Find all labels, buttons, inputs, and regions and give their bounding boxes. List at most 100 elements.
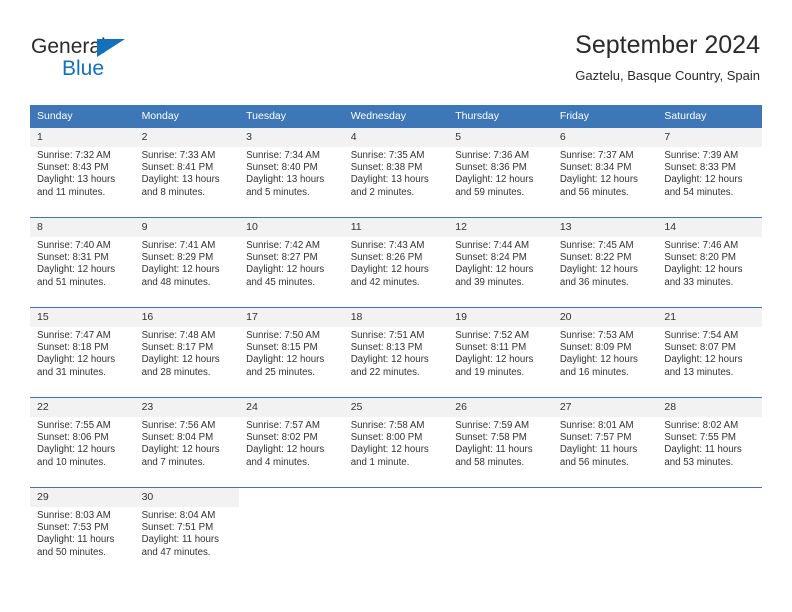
- daylight-text-line1: Daylight: 11 hours: [37, 534, 115, 546]
- day-number: 23: [134, 398, 240, 417]
- day-details: Sunrise: 7:42 AM Sunset: 8:27 PM Daylight:…: [239, 237, 344, 289]
- day-details: Sunrise: 7:47 AM Sunset: 8:18 PM Daylight:…: [30, 327, 135, 379]
- sunset-text: Sunset: 8:02 PM: [246, 432, 318, 444]
- daylight-text-line2: and 4 minutes.: [246, 456, 310, 468]
- day-cell[interactable]: 28 Sunrise: 8:02 AM Sunset: 7:55 PM Dayligh…: [657, 397, 762, 488]
- generalblue-logo[interactable]: General Blue: [31, 36, 171, 82]
- day-cell[interactable]: 20 Sunrise: 7:53 AM Sunset: 8:09 PM Dayligh…: [552, 307, 658, 398]
- sunrise-text: Sunrise: 7:54 AM: [664, 330, 739, 341]
- day-cell[interactable]: 15 Sunrise: 7:47 AM Sunset: 8:18 PM Dayligh…: [30, 307, 135, 398]
- sunrise-text: Sunrise: 8:01 AM: [559, 420, 634, 431]
- title-block: September 2024 Gaztelu, Basque Country, …: [575, 30, 760, 85]
- daylight-text-line1: Daylight: 12 hours: [350, 354, 429, 366]
- day-cell[interactable]: 23 Sunrise: 7:56 AM Sunset: 8:04 PM Dayligh…: [134, 397, 240, 488]
- sunset-text: Sunset: 7:58 PM: [455, 432, 527, 444]
- daylight-text-line2: and 13 minutes.: [664, 366, 734, 378]
- day-cell[interactable]: 6 Sunrise: 7:37 AM Sunset: 8:34 PM Daylight…: [552, 127, 658, 218]
- sunset-text: Sunset: 8:33 PM: [664, 162, 736, 174]
- sunset-text: Sunset: 8:17 PM: [141, 342, 214, 354]
- daylight-text-line2: and 2 minutes.: [350, 186, 415, 198]
- sunset-text: Sunset: 8:22 PM: [559, 252, 632, 264]
- sunset-text: Sunset: 8:04 PM: [141, 432, 214, 444]
- day-cell[interactable]: 9 Sunrise: 7:41 AM Sunset: 8:29 PM Daylight…: [134, 217, 240, 308]
- day-cell[interactable]: 18 Sunrise: 7:51 AM Sunset: 8:13 PM Dayligh…: [343, 307, 449, 398]
- day-cell[interactable]: 4 Sunrise: 7:35 AM Sunset: 8:38 PM Daylight…: [343, 127, 449, 218]
- day-cell[interactable]: 30 Sunrise: 8:04 AM Sunset: 7:51 PM Dayligh…: [134, 487, 240, 577]
- sunrise-text: Sunrise: 8:04 AM: [141, 510, 216, 521]
- day-number: 25: [343, 398, 449, 417]
- day-details: Sunrise: 7:33 AM Sunset: 8:41 PM Daylight:…: [135, 147, 240, 199]
- daylight-text-line2: and 54 minutes.: [664, 186, 734, 198]
- daylight-text-line1: Daylight: 12 hours: [559, 264, 638, 276]
- day-cell[interactable]: 26 Sunrise: 7:59 AM Sunset: 7:58 PM Dayligh…: [448, 397, 553, 488]
- day-cell[interactable]: 2 Sunrise: 7:33 AM Sunset: 8:41 PM Daylight…: [134, 127, 240, 218]
- sunset-text: Sunset: 8:26 PM: [350, 252, 423, 264]
- day-cell[interactable]: 12 Sunrise: 7:44 AM Sunset: 8:24 PM Dayligh…: [448, 217, 553, 308]
- sunrise-text: Sunrise: 7:36 AM: [455, 150, 530, 161]
- day-number: [448, 488, 553, 507]
- day-number: 10: [239, 218, 344, 237]
- day-details: Sunrise: 7:59 AM Sunset: 7:58 PM Daylight:…: [448, 417, 553, 469]
- day-cell[interactable]: 17 Sunrise: 7:50 AM Sunset: 8:15 PM Dayligh…: [239, 307, 344, 398]
- daylight-text-line2: and 56 minutes.: [559, 456, 629, 468]
- day-cell[interactable]: 25 Sunrise: 7:58 AM Sunset: 8:00 PM Dayligh…: [343, 397, 449, 488]
- weekday-header-thursday: Thursday: [448, 105, 553, 128]
- day-number: 13: [552, 218, 658, 237]
- day-cell[interactable]: 24 Sunrise: 7:57 AM Sunset: 8:02 PM Dayligh…: [239, 397, 344, 488]
- daylight-text-line1: Daylight: 13 hours: [350, 174, 429, 186]
- day-cell[interactable]: 7 Sunrise: 7:39 AM Sunset: 8:33 PM Daylight…: [657, 127, 762, 218]
- day-cell[interactable]: 8 Sunrise: 7:40 AM Sunset: 8:31 PM Daylight…: [30, 217, 135, 308]
- daylight-text-line2: and 39 minutes.: [455, 276, 525, 288]
- sunrise-text: Sunrise: 7:44 AM: [455, 240, 530, 251]
- sunrise-text: Sunrise: 7:33 AM: [141, 150, 216, 161]
- weekday-header-friday: Friday: [552, 105, 658, 128]
- day-cell[interactable]: 19 Sunrise: 7:52 AM Sunset: 8:11 PM Dayligh…: [448, 307, 553, 398]
- daylight-text-line2: and 22 minutes.: [350, 366, 420, 378]
- daylight-text-line2: and 25 minutes.: [246, 366, 316, 378]
- day-cell[interactable]: 11 Sunrise: 7:43 AM Sunset: 8:26 PM Dayligh…: [343, 217, 449, 308]
- day-cell[interactable]: 3 Sunrise: 7:34 AM Sunset: 8:40 PM Daylight…: [239, 127, 344, 218]
- sunset-text: Sunset: 8:29 PM: [141, 252, 214, 264]
- daylight-text-line1: Daylight: 12 hours: [246, 354, 325, 366]
- sunrise-text: Sunrise: 7:57 AM: [246, 420, 320, 431]
- day-details: Sunrise: 7:34 AM Sunset: 8:40 PM Daylight:…: [239, 147, 344, 199]
- day-details: Sunrise: 7:39 AM Sunset: 8:33 PM Daylight:…: [657, 147, 762, 199]
- daylight-text-line1: Daylight: 11 hours: [559, 444, 638, 456]
- daylight-text-line2: and 10 minutes.: [37, 456, 106, 468]
- day-details: Sunrise: 7:52 AM Sunset: 8:11 PM Daylight:…: [448, 327, 553, 379]
- day-number: 22: [30, 398, 135, 417]
- daylight-text-line2: and 28 minutes.: [141, 366, 211, 378]
- daylight-text-line1: Daylight: 13 hours: [141, 174, 220, 186]
- sunset-text: Sunset: 7:55 PM: [664, 432, 736, 444]
- sunrise-text: Sunrise: 7:59 AM: [455, 420, 530, 431]
- daylight-text-line2: and 53 minutes.: [664, 456, 734, 468]
- day-cell[interactable]: 14 Sunrise: 7:46 AM Sunset: 8:20 PM Dayligh…: [657, 217, 762, 308]
- day-number: 7: [657, 128, 762, 147]
- day-number: 24: [239, 398, 344, 417]
- weekday-header-monday: Monday: [134, 105, 240, 128]
- daylight-text-line1: Daylight: 12 hours: [141, 264, 220, 276]
- weekday-header-row: Sunday Monday Tuesday Wednesday Thursday…: [30, 105, 762, 128]
- day-cell[interactable]: 1 Sunrise: 7:32 AM Sunset: 8:43 PM Daylight…: [30, 127, 135, 218]
- day-details: Sunrise: 7:51 AM Sunset: 8:13 PM Daylight:…: [344, 327, 449, 379]
- day-cell[interactable]: 29 Sunrise: 8:03 AM Sunset: 7:53 PM Dayligh…: [30, 487, 135, 577]
- day-cell[interactable]: 22 Sunrise: 7:55 AM Sunset: 8:06 PM Dayligh…: [30, 397, 135, 488]
- day-number: 21: [657, 308, 762, 327]
- day-details: Sunrise: 7:55 AM Sunset: 8:06 PM Daylight:…: [30, 417, 135, 469]
- day-cell[interactable]: 21 Sunrise: 7:54 AM Sunset: 8:07 PM Dayligh…: [657, 307, 762, 398]
- daylight-text-line1: Daylight: 12 hours: [37, 264, 116, 276]
- day-cell[interactable]: 27 Sunrise: 8:01 AM Sunset: 7:57 PM Dayligh…: [552, 397, 658, 488]
- day-cell[interactable]: 16 Sunrise: 7:48 AM Sunset: 8:17 PM Dayligh…: [134, 307, 240, 398]
- day-details: Sunrise: 7:40 AM Sunset: 8:31 PM Daylight:…: [30, 237, 135, 289]
- day-cell[interactable]: 13 Sunrise: 7:45 AM Sunset: 8:22 PM Dayligh…: [552, 217, 658, 308]
- sunrise-text: Sunrise: 7:55 AM: [37, 420, 111, 431]
- day-cell[interactable]: 10 Sunrise: 7:42 AM Sunset: 8:27 PM Dayligh…: [239, 217, 344, 308]
- day-cell[interactable]: 5 Sunrise: 7:36 AM Sunset: 8:36 PM Daylight…: [448, 127, 553, 218]
- sunrise-text: Sunrise: 7:50 AM: [246, 330, 320, 341]
- week-row: 22 Sunrise: 7:55 AM Sunset: 8:06 PM Dayligh…: [30, 397, 762, 488]
- sunset-text: Sunset: 8:36 PM: [455, 162, 527, 174]
- day-number: 4: [343, 128, 449, 147]
- daylight-text-line1: Daylight: 12 hours: [455, 354, 534, 366]
- sunset-text: Sunset: 8:27 PM: [246, 252, 318, 264]
- day-details: Sunrise: 7:57 AM Sunset: 8:02 PM Daylight:…: [239, 417, 344, 469]
